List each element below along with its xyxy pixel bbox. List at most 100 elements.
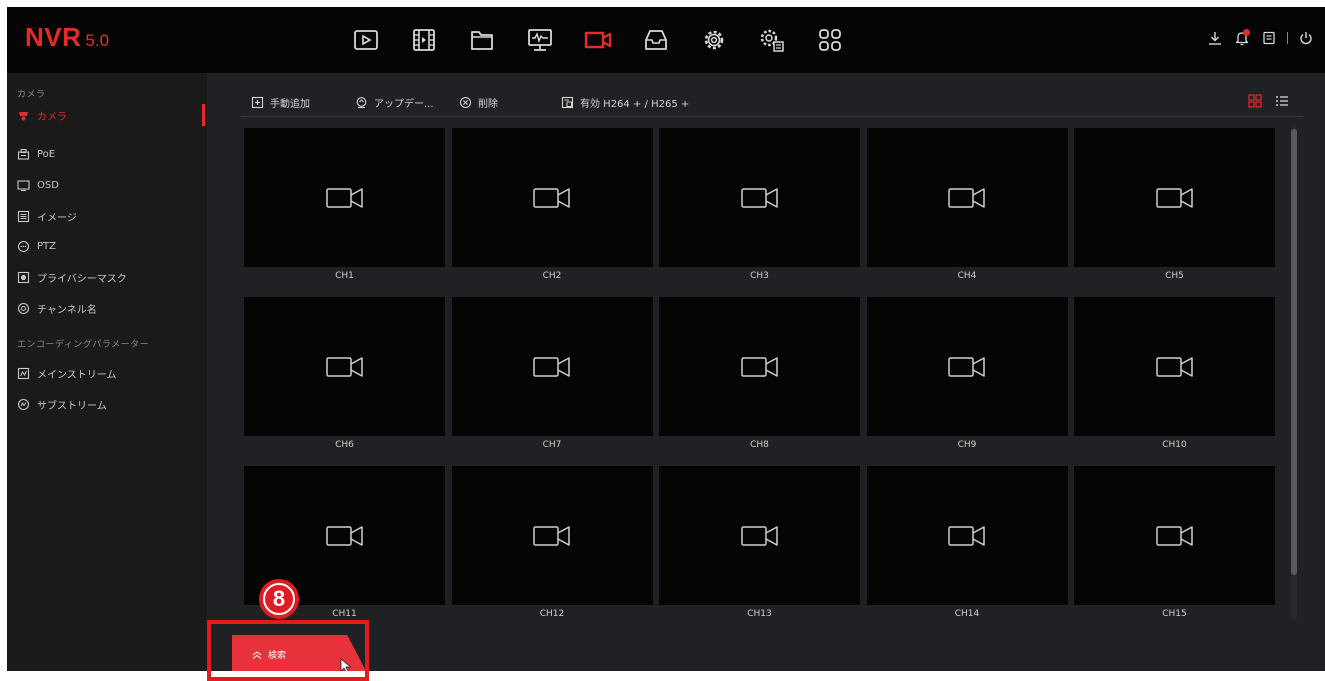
apps-grid-icon	[819, 29, 841, 51]
camera-placeholder-icon	[740, 356, 778, 377]
channel-video[interactable]	[244, 297, 445, 436]
folder-icon	[471, 31, 493, 50]
delete-button[interactable]: 削除	[459, 93, 498, 111]
module-apps[interactable]	[801, 21, 859, 59]
module-settings[interactable]	[685, 21, 743, 59]
channel-video[interactable]	[244, 128, 445, 267]
module-storage[interactable]	[627, 21, 685, 59]
channel-tile[interactable]: CH6	[244, 297, 445, 466]
channel-tile[interactable]: CH14	[866, 466, 1068, 635]
sidebar-item-camera[interactable]: カメラ	[7, 104, 207, 126]
sidebar-item-privacy-mask[interactable]: プライバシーマスク	[7, 266, 207, 288]
channel-tile[interactable]: CH3	[659, 128, 860, 297]
camera-placeholder-icon	[325, 187, 363, 208]
channel-label: CH5	[1165, 271, 1184, 281]
channel-tile[interactable]: CH9	[866, 297, 1068, 466]
notifications-button[interactable]	[1231, 27, 1253, 49]
module-advanced-settings[interactable]	[743, 21, 801, 59]
module-camera[interactable]	[569, 21, 627, 59]
channel-video[interactable]	[451, 297, 653, 436]
channel-video[interactable]	[659, 466, 860, 605]
channel-video[interactable]	[1074, 128, 1275, 267]
sidebar-item-channel-name[interactable]: チャンネル名	[7, 297, 207, 319]
film-icon	[413, 29, 435, 51]
camera-icon	[19, 111, 28, 120]
module-monitor[interactable]	[511, 21, 569, 59]
add-device-icon	[251, 96, 264, 108]
channel-tile[interactable]: CH12	[451, 466, 653, 635]
channel-tile[interactable]: CH2	[451, 128, 653, 297]
nvr-app: NVR 5.0 カメラ カメラ PoE OSD イメージ PTZ プライバシーマ…	[7, 7, 1325, 671]
channel-tile[interactable]: CH7	[451, 297, 653, 466]
channel-video[interactable]	[659, 128, 860, 267]
sidebar-section-camera: カメラ	[17, 90, 46, 100]
list-view-button[interactable]	[1274, 93, 1290, 109]
camera-placeholder-icon	[740, 525, 778, 546]
channel-label: CH10	[1162, 440, 1187, 450]
module-nav	[337, 21, 859, 59]
user-card-icon	[1263, 31, 1275, 45]
channel-video[interactable]	[1074, 297, 1275, 436]
h265-toggle-button[interactable]: 有効 H264 + / H265 +	[561, 93, 689, 111]
sidebar-item-label: メインストリーム	[37, 369, 117, 381]
update-button[interactable]: アップデー...	[355, 93, 434, 111]
toolbar: 手動追加 アップデー... 削除 有効 H264 + / H265 +	[241, 87, 1303, 117]
power-button[interactable]	[1295, 27, 1317, 49]
channel-tile[interactable]: CH10	[1074, 297, 1275, 466]
sidebar-item-label: イメージ	[37, 212, 77, 224]
privacy-mask-icon	[17, 271, 30, 283]
camera-placeholder-icon	[533, 187, 570, 208]
sidebar-item-sub-stream[interactable]: サブストリーム	[7, 393, 207, 415]
channel-tile[interactable]: CH8	[659, 297, 860, 466]
add-manual-button[interactable]: 手動追加	[251, 93, 310, 111]
channel-video[interactable]	[451, 128, 653, 267]
module-files[interactable]	[453, 21, 511, 59]
power-icon	[1300, 32, 1312, 45]
logo-brand: NVR	[25, 22, 82, 52]
channel-tile[interactable]: CH15	[1074, 466, 1275, 635]
sidebar-item-label: プライバシーマスク	[37, 273, 127, 285]
channel-tile[interactable]: CH1	[244, 128, 445, 297]
grid-view-button[interactable]	[1247, 93, 1263, 109]
channel-label: CH8	[750, 440, 769, 450]
channel-video[interactable]	[866, 297, 1068, 436]
annotation-number: 8	[263, 583, 295, 615]
grid-view-icon	[1248, 94, 1262, 108]
channel-video[interactable]	[866, 128, 1068, 267]
camera-placeholder-icon	[948, 187, 985, 208]
poe-icon	[17, 148, 30, 160]
channel-label: CH13	[747, 609, 772, 619]
sidebar-section-encoding: エンコーディングパラメーター	[17, 340, 150, 350]
active-indicator	[202, 104, 205, 126]
user-button[interactable]	[1258, 27, 1280, 49]
sidebar-item-main-stream[interactable]: メインストリーム	[7, 362, 207, 384]
channel-tile[interactable]: CH13	[659, 466, 860, 635]
mouse-cursor-icon	[340, 658, 352, 671]
sidebar-item-ptz[interactable]: PTZ	[7, 235, 207, 257]
scrollbar-thumb[interactable]	[1291, 129, 1297, 575]
download-button[interactable]	[1204, 27, 1226, 49]
module-playback[interactable]	[337, 21, 395, 59]
channel-label: CH14	[954, 609, 980, 619]
channel-grid: CH1 CH2 CH3 CH4 CH5 CH6 CH7 CH8 CH9 CH10 CH11 CH12 C…	[244, 128, 1284, 624]
channel-label: CH15	[1162, 609, 1187, 619]
scrollbar[interactable]	[1291, 127, 1297, 619]
sub-stream-icon	[17, 398, 30, 410]
channel-video[interactable]	[451, 466, 653, 605]
sidebar-item-poe[interactable]: PoE	[7, 143, 207, 165]
sidebar-item-image[interactable]: イメージ	[7, 205, 207, 227]
module-film[interactable]	[395, 21, 453, 59]
channel-video[interactable]	[659, 297, 860, 436]
channel-tile[interactable]: CH5	[1074, 128, 1275, 297]
channel-video[interactable]	[866, 466, 1068, 605]
sidebar-item-osd[interactable]: OSD	[7, 174, 207, 196]
sidebar-item-label: チャンネル名	[37, 304, 97, 316]
channel-video[interactable]	[1074, 466, 1275, 605]
channel-tile[interactable]: CH4	[866, 128, 1068, 297]
delete-label: 削除	[478, 98, 498, 110]
channel-label: CH2	[542, 271, 562, 281]
update-icon	[356, 96, 367, 108]
annotation-number-badge: 8	[259, 579, 299, 619]
camera-placeholder-icon	[533, 356, 570, 377]
sidebar-item-label: カメラ	[37, 111, 67, 123]
